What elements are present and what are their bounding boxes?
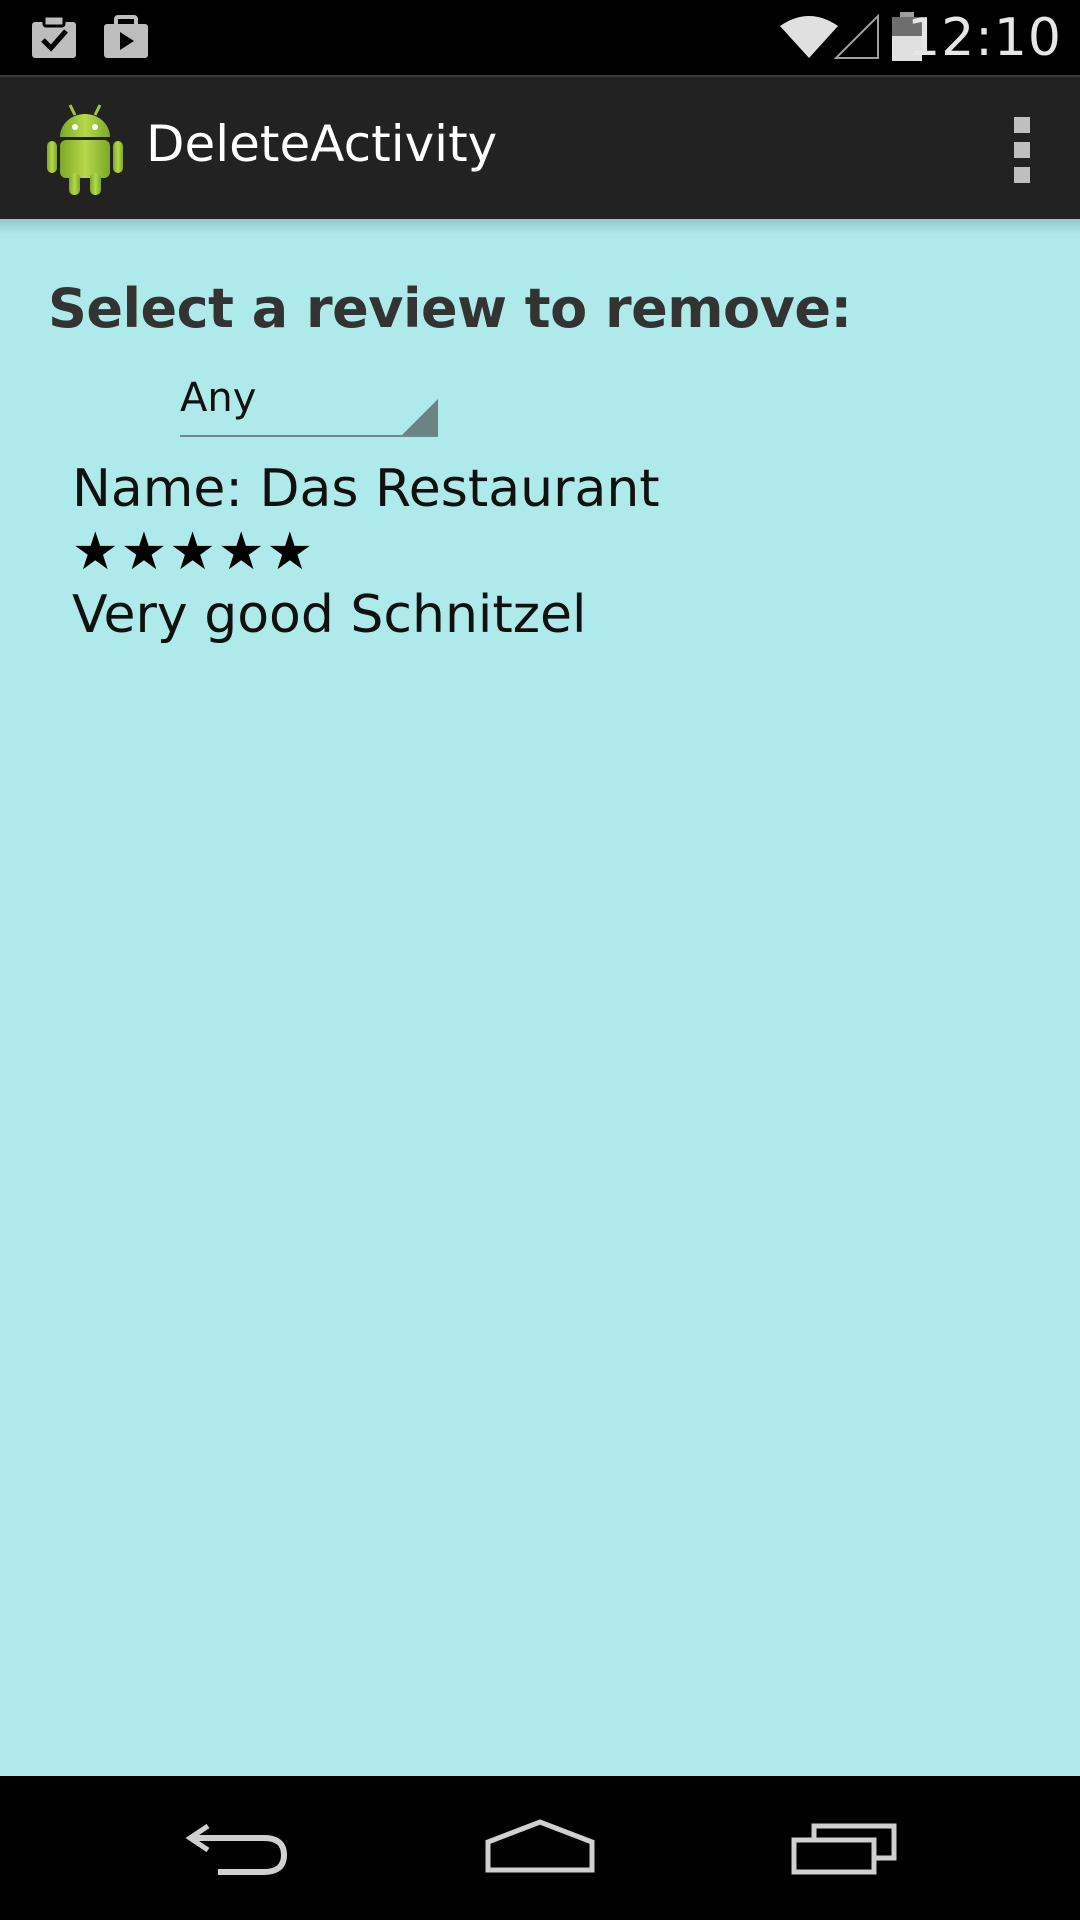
status-bar: 12:10 [0, 0, 1080, 75]
recent-apps-icon[interactable] [784, 1806, 904, 1890]
navigation-bar [0, 1776, 1080, 1920]
phone-screen: 12:10 DeleteActivity Select a review to … [0, 0, 1080, 1920]
briefcase-play-icon [102, 14, 150, 64]
back-icon[interactable] [178, 1806, 298, 1890]
status-clock: 12:10 [907, 8, 1062, 68]
overflow-menu-icon[interactable] [1010, 117, 1034, 183]
review-comment: Very good Schnitzel [72, 585, 587, 645]
review-rating-stars: ★★★★★ [72, 522, 316, 582]
review-filter-spinner[interactable]: Any [180, 369, 438, 437]
content-area: Select a review to remove: Any Name: Das… [0, 219, 1080, 1776]
action-bar-title: DeleteActivity [146, 115, 498, 173]
wifi-icon [778, 14, 840, 64]
home-icon[interactable] [480, 1806, 600, 1890]
clipboard-check-icon [30, 14, 78, 64]
action-bar-shadow [0, 219, 1080, 235]
review-name: Name: Das Restaurant [72, 459, 660, 519]
android-app-icon[interactable] [44, 101, 126, 197]
action-bar: DeleteActivity [0, 75, 1080, 219]
review-item[interactable]: Name: Das Restaurant ★★★★★ Very good Sch… [72, 457, 660, 647]
page-heading: Select a review to remove: [48, 277, 852, 340]
cellular-signal-icon [833, 13, 880, 64]
spinner-selected-value: Any [180, 375, 257, 421]
dropdown-arrow-icon [402, 399, 438, 435]
